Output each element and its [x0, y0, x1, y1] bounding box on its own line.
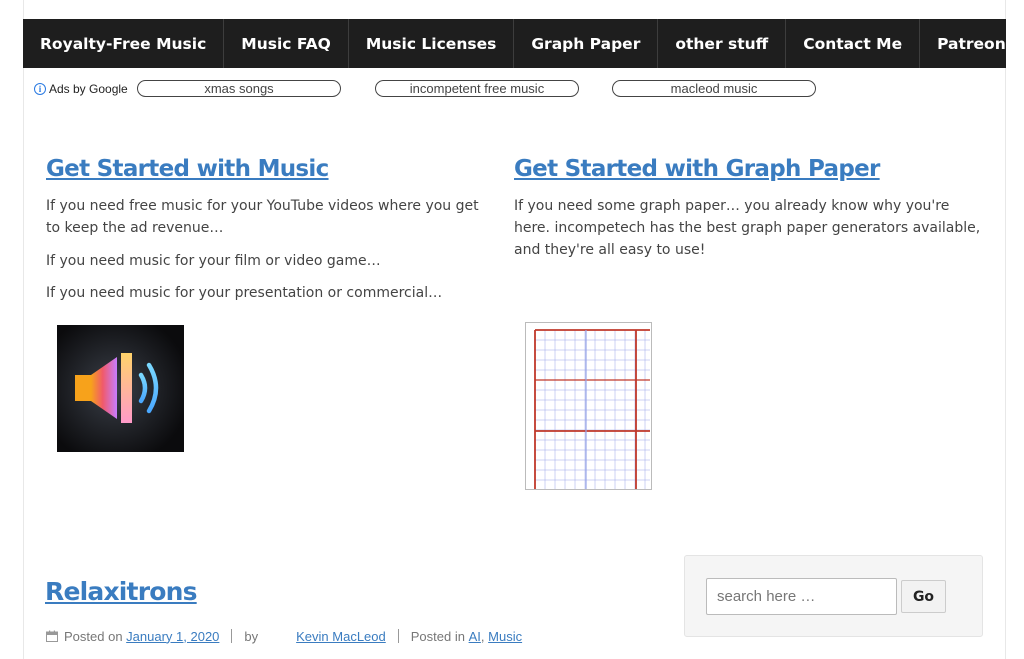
posted-on-label: Posted on	[64, 628, 123, 644]
ads-row: i Ads by Google	[34, 79, 128, 97]
post-date-link[interactable]: January 1, 2020	[126, 629, 219, 644]
category-comma: ,	[480, 628, 485, 644]
ads-by-google[interactable]: i Ads by Google	[34, 82, 128, 96]
nav-item-music-faq[interactable]: Music FAQ	[224, 19, 349, 68]
ad-link-incompetent-free-music[interactable]: incompetent free music	[375, 80, 579, 97]
category-link-music[interactable]: Music	[488, 629, 522, 644]
music-para-1: If you need free music for your YouTube …	[46, 198, 479, 236]
search-input[interactable]	[706, 578, 897, 615]
graph-paper-graphic	[534, 329, 650, 489]
graph-para-1: If you need some graph paper… you alread…	[514, 198, 981, 258]
post-title[interactable]: Relaxitrons	[45, 577, 197, 606]
main-nav: Royalty-Free Music Music FAQ Music Licen…	[23, 19, 1006, 68]
graph-paper-thumbnail[interactable]	[525, 322, 652, 490]
speaker-icon[interactable]	[57, 325, 184, 452]
music-para-2: If you need music for your film or video…	[46, 253, 381, 269]
ad-link-macleod-music[interactable]: macleod music	[612, 80, 816, 97]
nav-item-music-licenses[interactable]: Music Licenses	[349, 19, 515, 68]
author-link[interactable]: Kevin MacLeod	[296, 629, 386, 644]
ad-link-xmas-songs[interactable]: xmas songs	[137, 80, 341, 97]
nav-item-royalty-free-music[interactable]: Royalty-Free Music	[23, 19, 225, 68]
music-section-title[interactable]: Get Started with Music	[46, 156, 329, 182]
nav-item-patreon[interactable]: Patreon	[920, 19, 1023, 68]
search-go-button[interactable]: Go	[901, 580, 946, 613]
nav-item-other-stuff[interactable]: other stuff	[658, 19, 787, 68]
post-meta: Posted on January 1, 2020 by Kevin MacLe…	[46, 628, 522, 644]
meta-divider	[231, 629, 233, 643]
ads-label-text: Ads by Google	[49, 82, 128, 96]
info-icon: i	[34, 83, 46, 95]
by-label: by	[244, 628, 259, 644]
music-para-3: If you need music for your presentation …	[46, 285, 443, 301]
nav-item-graph-paper[interactable]: Graph Paper	[514, 19, 659, 68]
speaker-icon-graphic	[57, 325, 184, 452]
category-link-ai[interactable]: AI	[469, 629, 481, 644]
posted-in-label: Posted in	[410, 628, 465, 644]
calendar-icon	[46, 630, 58, 642]
graph-section-title[interactable]: Get Started with Graph Paper	[514, 156, 880, 182]
nav-item-contact-me[interactable]: Contact Me	[786, 19, 921, 68]
meta-divider	[397, 629, 399, 643]
